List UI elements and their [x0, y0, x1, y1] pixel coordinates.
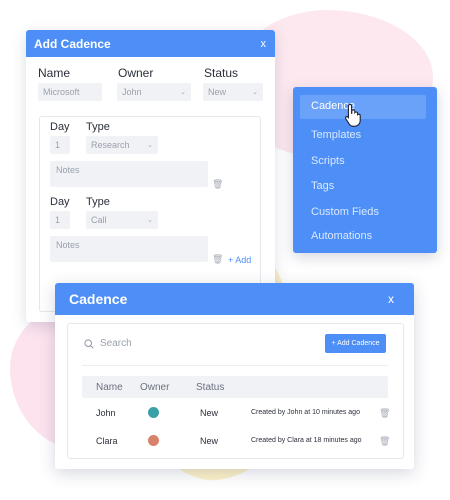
cadence-panel: Search + Add Cadence Name Owner Status J… [67, 323, 404, 459]
hand-cursor-icon [344, 103, 361, 127]
trash-icon[interactable]: 🗑 [212, 254, 223, 265]
owner-select[interactable]: John ⌄ [117, 83, 191, 101]
type-select[interactable]: Research ⌄ [86, 136, 158, 154]
search-placeholder: Search [100, 338, 132, 349]
chevron-down-icon: ⌄ [252, 89, 258, 96]
navigation-menu: Cadence Templates Scripts Tags Custom Fi… [293, 87, 437, 253]
row-created: Created by Clara at 18 minutes ago [251, 437, 362, 444]
row-status: New [200, 408, 219, 418]
add-cadence-titlebar: Add Cadence x [26, 30, 275, 57]
menu-item-tags[interactable]: Tags [311, 180, 334, 192]
name-label: Name [38, 66, 71, 80]
column-header-owner: Owner [140, 382, 170, 393]
owner-label: Owner [118, 66, 154, 80]
chevron-down-icon: ⌄ [180, 89, 186, 96]
owner-value: John [122, 87, 142, 97]
table-row[interactable]: John New Created by John at 10 minutes a… [82, 403, 390, 425]
menu-item-scripts[interactable]: Scripts [311, 155, 345, 167]
row-status: New [200, 436, 219, 446]
avatar [148, 407, 159, 418]
name-value: Microsoft [43, 87, 80, 97]
trash-icon[interactable]: 🗑 [379, 436, 390, 447]
menu-item-automations[interactable]: Automations [311, 230, 372, 242]
day-input[interactable]: 1 [50, 211, 70, 229]
table-row[interactable]: Clara New Created by Clara at 18 minutes… [82, 431, 390, 453]
notes-field[interactable]: Notes [50, 236, 208, 262]
chevron-down-icon: ⌄ [147, 217, 153, 224]
name-field[interactable]: Microsoft [38, 83, 102, 101]
add-step-link[interactable]: + Add [228, 255, 251, 265]
column-header-status: Status [196, 382, 225, 393]
type-value: Call [91, 215, 107, 225]
row-created: Created by John at 10 minutes ago [251, 409, 360, 416]
cadence-list-dialog: Cadence x Search + Add Cadence Name Owne… [55, 283, 414, 469]
row-name: Clara [96, 436, 118, 446]
day-label: Day [50, 196, 70, 208]
close-icon[interactable]: x [261, 38, 267, 50]
add-cadence-button[interactable]: + Add Cadence [325, 334, 386, 353]
type-value: Research [91, 140, 130, 150]
day-label: Day [50, 121, 70, 133]
cadence-titlebar: Cadence x [55, 283, 414, 315]
type-label: Type [86, 196, 110, 208]
type-select[interactable]: Call ⌄ [86, 211, 158, 229]
day-value: 1 [55, 140, 61, 150]
menu-item-custom-fields[interactable]: Custom Fieds [311, 206, 379, 218]
status-select[interactable]: New ⌄ [203, 83, 263, 101]
menu-item-cadence[interactable]: Cadence [300, 95, 426, 119]
status-value: New [208, 87, 227, 97]
day-input[interactable]: 1 [50, 136, 70, 154]
close-icon[interactable]: x [388, 292, 394, 306]
trash-icon[interactable]: 🗑 [212, 179, 223, 190]
status-label: Status [204, 66, 239, 80]
add-cadence-title: Add Cadence [34, 36, 111, 51]
table-header: Name Owner Status [82, 376, 388, 398]
menu-item-templates[interactable]: Templates [311, 129, 361, 141]
trash-icon[interactable]: 🗑 [379, 408, 390, 419]
avatar [148, 435, 159, 446]
cadence-title: Cadence [69, 291, 128, 307]
day-value: 1 [55, 215, 61, 225]
divider [82, 365, 388, 366]
search-input[interactable]: Search [84, 338, 132, 349]
notes-field[interactable]: Notes [50, 161, 208, 187]
chevron-down-icon: ⌄ [147, 142, 153, 149]
column-header-name: Name [96, 382, 123, 393]
search-icon [84, 338, 94, 349]
type-label: Type [86, 121, 110, 133]
row-name: John [96, 408, 116, 418]
add-cadence-dialog: Add Cadence x Name Owner Status Microsof… [26, 30, 275, 322]
